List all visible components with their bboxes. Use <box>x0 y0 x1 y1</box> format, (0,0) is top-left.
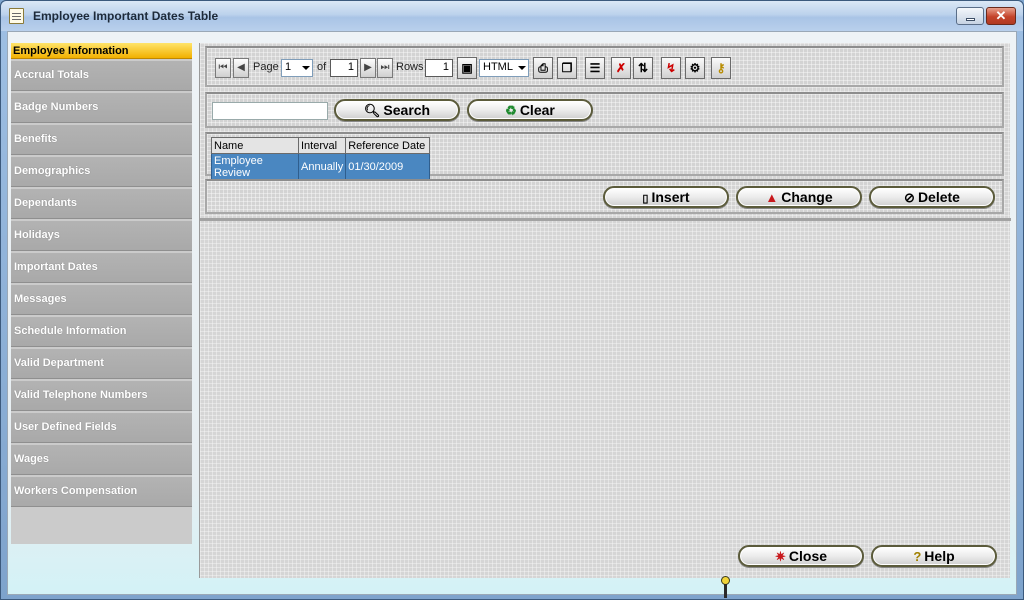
copy-icon: ❐ <box>561 61 573 75</box>
properties-button[interactable]: ☰ <box>585 57 605 79</box>
help-button-label: Help <box>924 548 955 564</box>
sidebar-item-holidays[interactable]: Holidays <box>11 221 192 251</box>
clear-filter-icon: ✗ <box>615 61 627 75</box>
triangle-icon: ▲ <box>765 190 779 205</box>
magnifier-icon: 🔍︎ <box>363 103 381 118</box>
prohibited-icon: ⊘ <box>904 190 915 205</box>
close-button-label: Close <box>788 548 828 564</box>
key-icon: ⚷ <box>716 61 726 75</box>
close-icon: ✕ <box>995 8 1007 23</box>
format-select-value: HTML <box>483 61 513 73</box>
page-select[interactable]: 1 <box>281 59 313 77</box>
export-format-select[interactable]: HTML <box>479 59 529 77</box>
cell-name[interactable]: Employee Review <box>211 153 299 181</box>
close-button[interactable]: ✷ Close <box>738 545 864 567</box>
sidebar-item-valid-telephone-numbers[interactable]: Valid Telephone Numbers <box>11 381 192 411</box>
sort-clear-button[interactable]: ↯ <box>661 57 681 79</box>
sidebar-item-dependants[interactable]: Dependants <box>11 189 192 219</box>
rows-field[interactable]: 1 <box>425 59 453 77</box>
security-key-icon <box>720 576 731 600</box>
column-header-interval[interactable]: Interval <box>297 137 347 154</box>
last-page-button[interactable]: ⏭ <box>377 58 393 78</box>
first-page-button[interactable]: ⏮ <box>215 58 231 78</box>
column-header-name[interactable]: Name <box>211 137 299 154</box>
sidebar-header[interactable]: Employee Information <box>11 43 192 59</box>
rows-label: Rows <box>396 61 424 73</box>
table-row[interactable]: Employee Review Annually 01/30/2009 <box>211 153 431 181</box>
clear-button[interactable]: ♻ Clear <box>467 99 593 121</box>
print-button[interactable]: ⎙ <box>533 57 553 79</box>
page-count-field[interactable]: 1 <box>330 59 358 77</box>
results-panel: Name Interval Reference Date Employee Re… <box>205 132 1004 181</box>
document-icon: ▯ <box>642 193 649 205</box>
sort-icon: ⇅ <box>637 61 649 75</box>
application-window: Employee Important Dates Table ✕ Employe… <box>0 0 1024 600</box>
first-page-icon: ⏮ <box>218 62 228 73</box>
change-button[interactable]: ▲ Change <box>736 186 862 208</box>
page-label: Page <box>253 61 279 73</box>
sidebar-item-demographics[interactable]: Demographics <box>11 157 192 187</box>
search-panel: 🔍︎ Search ♻ Clear <box>205 92 1004 128</box>
save-button[interactable]: ▣ <box>457 57 477 79</box>
record-actions-panel: ▯ Insert ▲ Change ⊘ Delete <box>205 179 1004 214</box>
window-client-area: Employee Information Accrual Totals Badg… <box>7 31 1017 598</box>
close-window-button[interactable]: ✕ <box>986 7 1016 25</box>
of-label: of <box>317 61 327 73</box>
cell-reference-date[interactable]: 01/30/2009 <box>345 153 431 181</box>
search-button[interactable]: 🔍︎ Search <box>334 99 460 121</box>
last-page-icon: ⏭ <box>380 62 390 73</box>
sidebar-item-workers-compensation[interactable]: Workers Compensation <box>11 477 192 507</box>
sidebar-item-user-defined-fields[interactable]: User Defined Fields <box>11 413 192 443</box>
cell-interval[interactable]: Annually <box>297 153 347 181</box>
copy-button[interactable]: ❐ <box>557 57 577 79</box>
clear-filter-button[interactable]: ✗ <box>611 57 631 79</box>
search-button-label: Search <box>383 102 431 118</box>
sidebar-item-accrual-totals[interactable]: Accrual Totals <box>11 61 192 91</box>
chevron-down-icon <box>518 66 526 70</box>
column-header-reference-date[interactable]: Reference Date <box>345 137 431 154</box>
chevron-down-icon <box>302 66 310 70</box>
grid-toolbar: ⏮ ◀ Page 1 of 1 ▶ ⏭ Rows 1 ▣ HTML ⎙ ❐ ☰ … <box>205 46 1004 87</box>
settings-icon: ⚙ <box>689 61 701 75</box>
key-button[interactable]: ⚷ <box>711 57 731 79</box>
help-icon: ? <box>913 549 922 564</box>
insert-button-label: Insert <box>651 189 690 205</box>
save-icon: ▣ <box>461 61 473 75</box>
clear-button-label: Clear <box>519 102 555 118</box>
sidebar: Employee Information Accrual Totals Badg… <box>11 43 192 544</box>
document-icon <box>9 8 24 24</box>
sidebar-item-schedule-information[interactable]: Schedule Information <box>11 317 192 347</box>
help-button[interactable]: ? Help <box>871 545 997 567</box>
next-page-button[interactable]: ▶ <box>360 58 376 78</box>
insert-button[interactable]: ▯ Insert <box>603 186 729 208</box>
sidebar-item-badge-numbers[interactable]: Badge Numbers <box>11 93 192 123</box>
recycle-icon: ♻ <box>505 103 517 118</box>
prev-page-button[interactable]: ◀ <box>233 58 249 78</box>
minimize-icon <box>966 18 975 21</box>
section-divider <box>200 218 1011 221</box>
page-select-value: 1 <box>285 61 292 73</box>
window-title: Employee Important Dates Table <box>33 9 219 23</box>
next-page-icon: ▶ <box>364 62 372 73</box>
sidebar-item-valid-department[interactable]: Valid Department <box>11 349 192 379</box>
burst-icon: ✷ <box>774 549 786 564</box>
sidebar-item-wages[interactable]: Wages <box>11 445 192 475</box>
sort-clear-icon: ↯ <box>665 61 677 75</box>
sidebar-item-important-dates[interactable]: Important Dates <box>11 253 192 283</box>
settings-button[interactable]: ⚙ <box>685 57 705 79</box>
delete-button-label: Delete <box>917 189 960 205</box>
print-icon: ⎙ <box>538 61 548 75</box>
prev-page-icon: ◀ <box>237 62 245 73</box>
title-bar[interactable]: Employee Important Dates Table ✕ <box>1 1 1023 31</box>
main-content: ⏮ ◀ Page 1 of 1 ▶ ⏭ Rows 1 ▣ HTML ⎙ ❐ ☰ … <box>199 43 1011 598</box>
sidebar-item-benefits[interactable]: Benefits <box>11 125 192 155</box>
sort-button[interactable]: ⇅ <box>633 57 653 79</box>
results-table: Name Interval Reference Date Employee Re… <box>211 137 431 181</box>
properties-icon: ☰ <box>589 61 601 75</box>
sidebar-item-messages[interactable]: Messages <box>11 285 192 315</box>
search-input[interactable] <box>212 102 328 120</box>
delete-button[interactable]: ⊘ Delete <box>869 186 995 208</box>
minimize-button[interactable] <box>956 7 984 25</box>
change-button-label: Change <box>781 189 833 205</box>
